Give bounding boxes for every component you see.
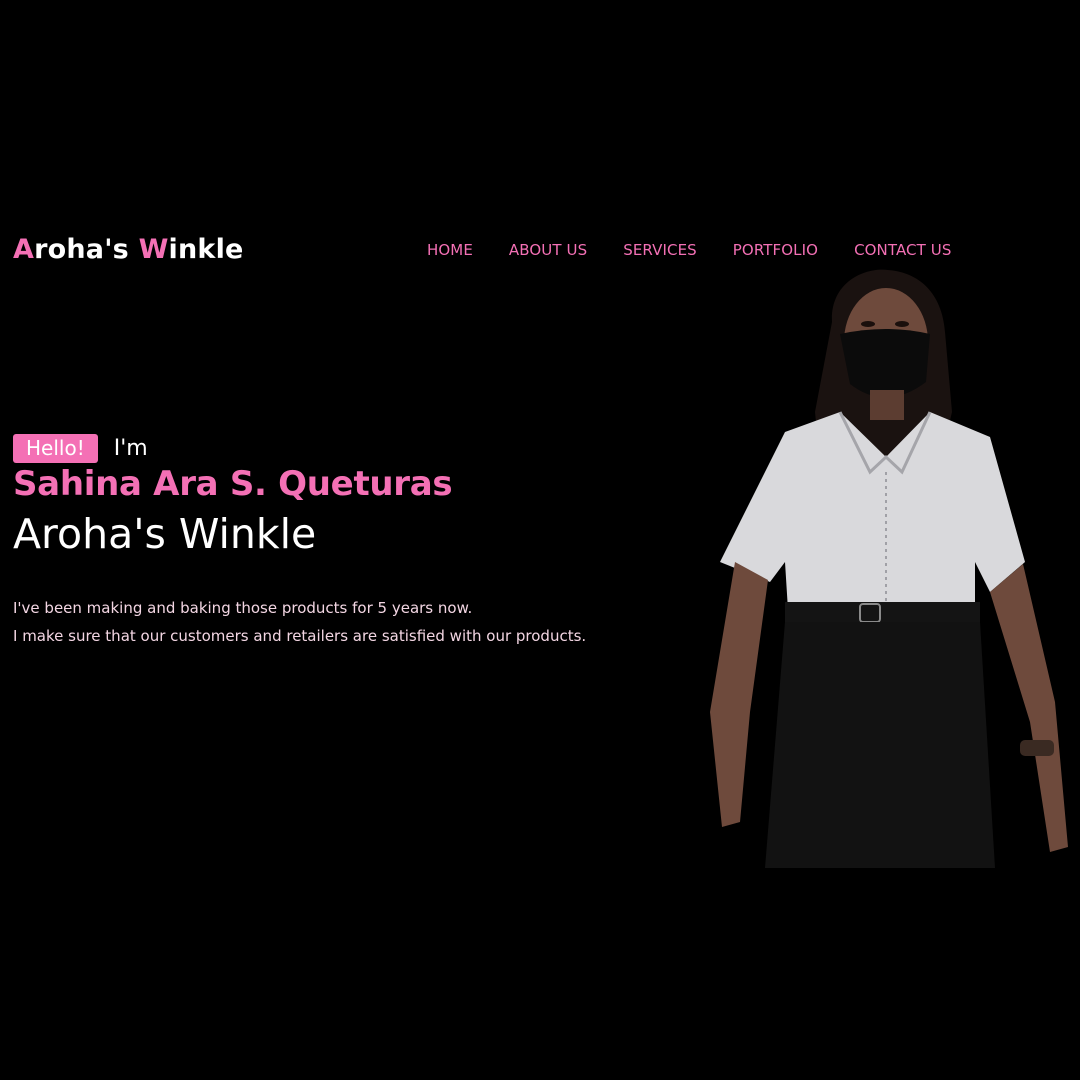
nav-contact-us[interactable]: CONTACT US (854, 241, 951, 259)
main-nav: HOME ABOUT US SERVICES PORTFOLIO CONTACT… (427, 241, 951, 259)
hero-description: I've been making and baking those produc… (13, 594, 586, 650)
nav-portfolio[interactable]: PORTFOLIO (733, 241, 818, 259)
intro-text: I'm (113, 436, 148, 461)
description-line-1: I've been making and baking those produc… (13, 599, 473, 617)
hello-badge: Hello! (13, 434, 98, 463)
logo-text-inkle: inkle (168, 234, 244, 265)
hello-row: Hello! I'm (13, 434, 148, 463)
nav-about-us[interactable]: ABOUT US (509, 241, 587, 259)
description-line-2: I make sure that our customers and retai… (13, 627, 587, 645)
person-photo (710, 269, 1068, 868)
hero-brand-title: Aroha's Winkle (13, 510, 317, 558)
site-logo[interactable]: Aroha's Winkle (13, 234, 244, 265)
person-name: Sahina Ara S. Queturas (13, 464, 453, 504)
nav-home[interactable]: HOME (427, 241, 473, 259)
nav-services[interactable]: SERVICES (623, 241, 697, 259)
logo-initial-a: A (13, 234, 35, 265)
logo-initial-w: W (138, 234, 169, 265)
logo-text-roha: roha's (34, 234, 139, 265)
